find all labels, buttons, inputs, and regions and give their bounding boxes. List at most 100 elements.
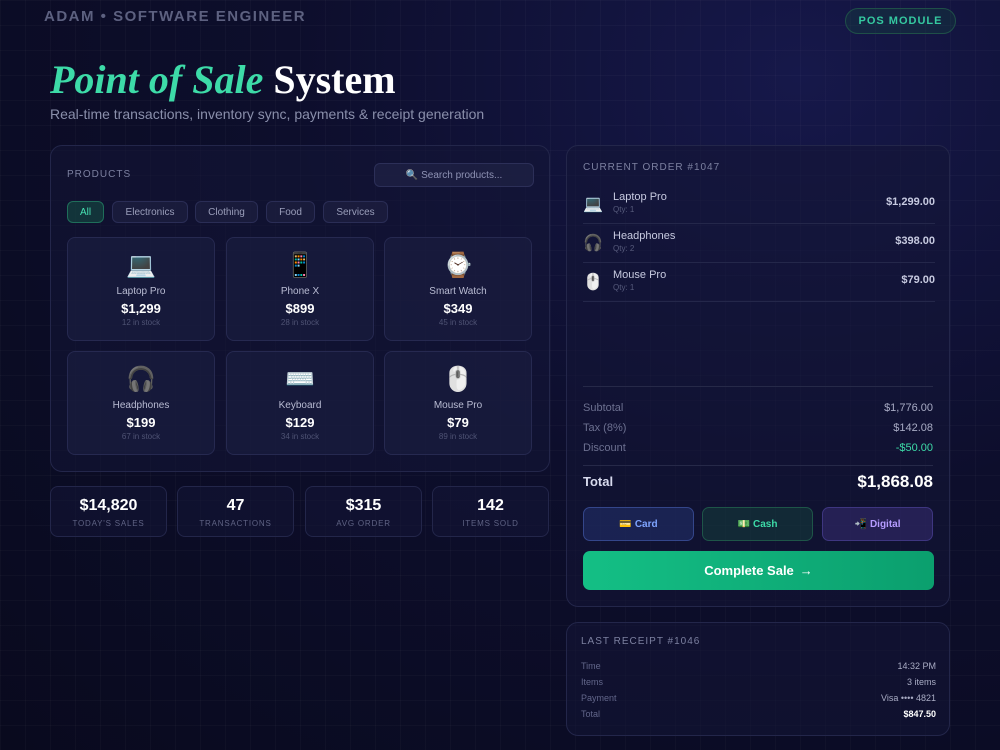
order-item-name: Headphones bbox=[613, 230, 676, 242]
receipt-row-label: Items bbox=[581, 677, 604, 687]
total-value: $1,868.08 bbox=[857, 472, 933, 491]
complete-sale-button[interactable]: Complete Sale → bbox=[583, 551, 934, 590]
subtotal-row: Subtotal $1,776.00 bbox=[583, 402, 933, 414]
order-item-qty: Qty: 1 bbox=[613, 283, 635, 292]
mouse-icon: 🖱️ bbox=[583, 274, 603, 291]
order-line-item[interactable]: 🎧 Headphones Qty: 2 $398.00 bbox=[583, 224, 935, 263]
watch-icon: ⌚ bbox=[443, 252, 473, 279]
product-price: $129 bbox=[285, 415, 315, 430]
subtotal-value: $1,776.00 bbox=[884, 402, 933, 414]
tax-row: Tax (8%) $142.08 bbox=[583, 422, 933, 434]
product-card[interactable]: 🖱️ Mouse Pro $79 89 in stock bbox=[384, 351, 532, 455]
filter-chip-clothing[interactable]: Clothing bbox=[195, 201, 258, 223]
page-title: Point of Sale System bbox=[50, 56, 396, 103]
filter-chip-electronics[interactable]: Electronics bbox=[112, 201, 188, 223]
order-line-item[interactable]: 🖱️ Mouse Pro Qty: 1 $79.00 bbox=[583, 263, 935, 302]
tax-label: Tax (8%) bbox=[583, 422, 627, 434]
page-title-main: System bbox=[273, 57, 396, 102]
product-card[interactable]: 🎧 Headphones $199 67 in stock bbox=[67, 351, 215, 455]
products-panel: PRODUCTS 🔍 Search products... All Electr… bbox=[50, 145, 550, 472]
receipt-row-label: Total bbox=[581, 709, 601, 719]
page-subtitle: Real-time transactions, inventory sync, … bbox=[50, 106, 485, 122]
search-placeholder: Search products... bbox=[421, 169, 503, 181]
stat-label: TRANSACTIONS bbox=[199, 519, 272, 528]
stat-avg-order: $315 AVG ORDER bbox=[305, 486, 422, 537]
product-price: $899 bbox=[285, 301, 315, 316]
filter-chip-food[interactable]: Food bbox=[266, 201, 315, 223]
order-line-item[interactable]: 💻 Laptop Pro Qty: 1 $1,299.00 bbox=[583, 185, 935, 224]
discount-value: -$50.00 bbox=[895, 442, 933, 454]
search-input[interactable]: 🔍 Search products... bbox=[374, 163, 534, 187]
stat-items-sold: 142 ITEMS SOLD bbox=[432, 486, 549, 537]
product-stock: 34 in stock bbox=[280, 432, 320, 441]
product-stock: 67 in stock bbox=[121, 432, 161, 441]
summary-divider bbox=[583, 386, 933, 387]
order-item-qty: Qty: 2 bbox=[613, 244, 635, 253]
receipt-row-value: $847.50 bbox=[903, 709, 936, 719]
stat-value: $14,820 bbox=[79, 497, 138, 514]
page-title-accent: Point of Sale bbox=[50, 57, 264, 102]
complete-sale-label: Complete Sale bbox=[704, 563, 794, 578]
receipt-row-label: Payment bbox=[581, 693, 617, 703]
receipt-row-value: Visa •••• 4821 bbox=[881, 693, 936, 703]
product-card[interactable]: 📱 Phone X $899 28 in stock bbox=[226, 237, 374, 341]
pay-card-label: Card bbox=[634, 518, 658, 530]
receipt-row: Total $847.50 bbox=[581, 709, 936, 719]
filter-chip-all[interactable]: All bbox=[67, 201, 104, 223]
stat-value: 47 bbox=[226, 497, 245, 514]
receipt-row: Items 3 items bbox=[581, 677, 936, 687]
stat-label: AVG ORDER bbox=[336, 519, 391, 528]
current-order-panel: CURRENT ORDER #1047 💻 Laptop Pro Qty: 1 … bbox=[566, 145, 950, 607]
laptop-icon: 💻 bbox=[126, 252, 156, 279]
order-item-price: $79.00 bbox=[901, 274, 935, 286]
pay-digital-button[interactable]: 📲 Digital bbox=[822, 507, 933, 541]
products-label: PRODUCTS bbox=[67, 169, 132, 180]
product-price: $349 bbox=[443, 301, 473, 316]
filter-chip-services[interactable]: Services bbox=[323, 201, 388, 223]
mobile-payment-icon: 📲 bbox=[854, 518, 867, 530]
receipt-row-value: 14:32 PM bbox=[897, 661, 936, 671]
stat-value: 142 bbox=[477, 497, 504, 514]
receipt-label: LAST RECEIPT #1046 bbox=[581, 636, 701, 647]
product-stock: 89 in stock bbox=[438, 432, 478, 441]
product-name: Laptop Pro bbox=[116, 286, 166, 297]
order-item-name: Laptop Pro bbox=[613, 191, 667, 203]
product-name: Mouse Pro bbox=[433, 400, 483, 411]
product-name: Phone X bbox=[280, 286, 320, 297]
tax-value: $142.08 bbox=[893, 422, 933, 434]
product-name: Keyboard bbox=[278, 400, 322, 411]
product-stock: 45 in stock bbox=[438, 318, 478, 327]
author-heading: ADAM • SOFTWARE ENGINEER bbox=[44, 8, 307, 25]
product-card[interactable]: ⌨️ Keyboard $129 34 in stock bbox=[226, 351, 374, 455]
order-item-price: $398.00 bbox=[895, 235, 935, 247]
product-name: Smart Watch bbox=[429, 286, 487, 297]
product-stock: 28 in stock bbox=[280, 318, 320, 327]
discount-label: Discount bbox=[583, 442, 626, 454]
product-name: Headphones bbox=[112, 400, 170, 411]
pay-card-button[interactable]: 💳 Card bbox=[583, 507, 694, 541]
product-card[interactable]: ⌚ Smart Watch $349 45 in stock bbox=[384, 237, 532, 341]
receipt-row: Time 14:32 PM bbox=[581, 661, 936, 671]
stat-transactions: 47 TRANSACTIONS bbox=[177, 486, 294, 537]
laptop-icon: 💻 bbox=[583, 196, 603, 213]
order-item-qty: Qty: 1 bbox=[613, 205, 635, 214]
mouse-icon: 🖱️ bbox=[443, 366, 473, 393]
cash-icon: 💵 bbox=[737, 518, 750, 530]
receipt-row-value: 3 items bbox=[906, 677, 936, 687]
discount-row: Discount -$50.00 bbox=[583, 442, 933, 454]
stat-todays-sales: $14,820 TODAY'S SALES bbox=[50, 486, 167, 537]
module-badge: POS MODULE bbox=[845, 8, 956, 34]
arrow-right-icon: → bbox=[799, 563, 813, 578]
product-card[interactable]: 💻 Laptop Pro $1,299 12 in stock bbox=[67, 237, 215, 341]
last-receipt-panel: LAST RECEIPT #1046 Time 14:32 PM Items 3… bbox=[566, 622, 950, 736]
credit-card-icon: 💳 bbox=[619, 518, 632, 530]
product-price: $199 bbox=[126, 415, 156, 430]
stat-label: TODAY'S SALES bbox=[72, 519, 145, 528]
order-label: CURRENT ORDER #1047 bbox=[583, 162, 721, 173]
subtotal-label: Subtotal bbox=[583, 402, 624, 414]
product-price: $1,299 bbox=[121, 301, 161, 316]
product-price: $79 bbox=[447, 415, 469, 430]
headphones-icon: 🎧 bbox=[583, 235, 603, 252]
search-icon: 🔍 bbox=[405, 169, 419, 181]
pay-cash-button[interactable]: 💵 Cash bbox=[702, 507, 813, 541]
